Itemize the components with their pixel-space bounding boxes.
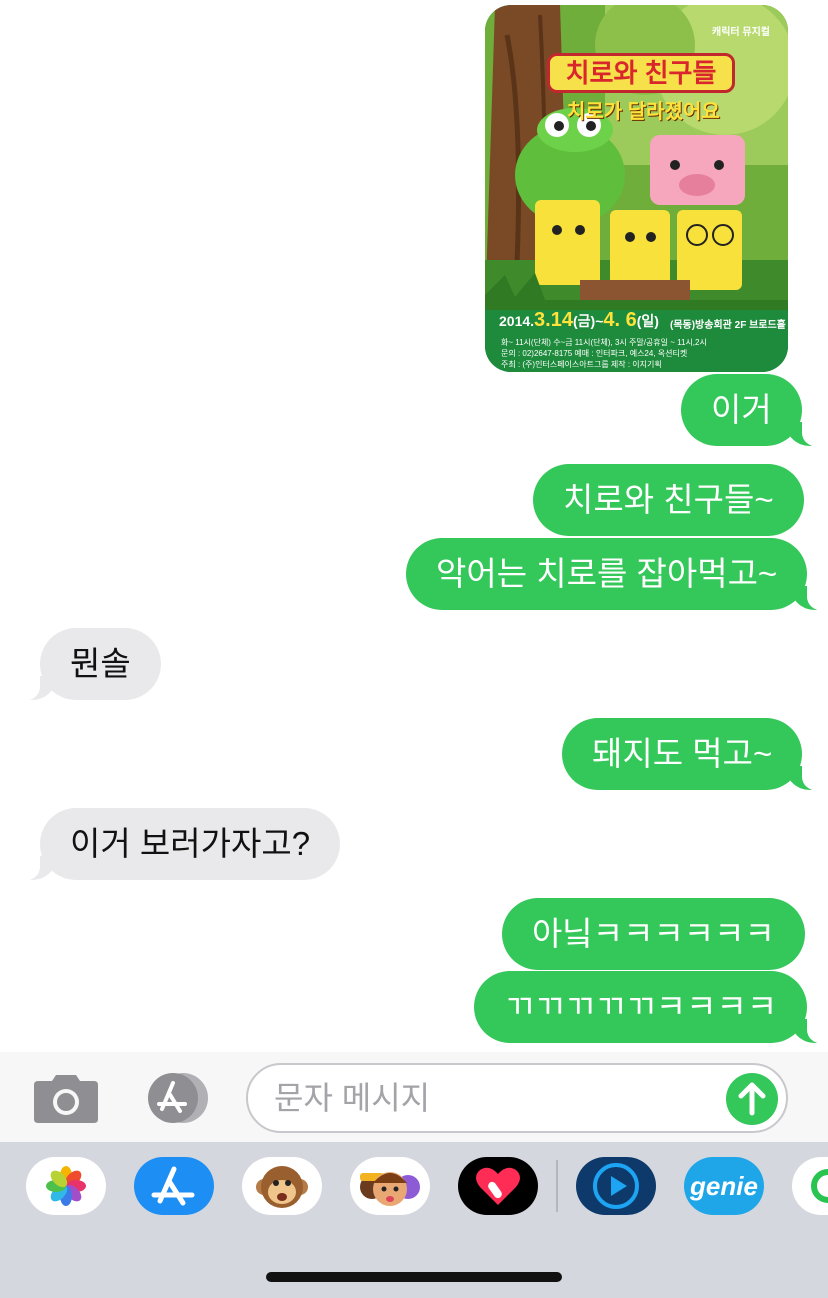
home-indicator[interactable] (266, 1272, 562, 1282)
animoji-monkey-icon (256, 1166, 308, 1208)
message-bubble-outgoing[interactable]: ㄲㄲㄲㄲㄲㅋㅋㅋㅋ (474, 971, 828, 1044)
poster-venue: (목동)방송회관 2F 브로드홀 (670, 320, 786, 331)
camera-icon (34, 1075, 98, 1123)
poster-category: 캐릭터 뮤지컬 (712, 27, 770, 38)
poster-footer: 2014.3.14(금)~4. 6(일) (목동)방송회관 2F 브로드홀 화~… (485, 310, 788, 372)
message-bubble-outgoing[interactable]: 악어는 치로를 잡아먹고~ (406, 538, 828, 611)
animoji-app-button[interactable] (242, 1157, 322, 1215)
poster-scene-art (485, 5, 788, 315)
message-text: 돼지도 먹고~ (592, 735, 773, 772)
photos-icon (46, 1166, 86, 1206)
poster-date-start-day: (금)~ (572, 313, 604, 329)
music-player-icon (593, 1163, 639, 1209)
message-bubble-incoming[interactable]: 뭔솔 (14, 628, 161, 701)
message-list: 캐릭터 뮤지컬 치로와 친구들 치로가 달라졌어요 2014.3.14(금)~4… (0, 0, 828, 1052)
message-text: 이거 (711, 391, 772, 428)
drawer-separator (556, 1160, 558, 1212)
poster-organizer: 주최 : (주)인터스페이스아트그룹 제작 : 이지기획 (501, 360, 662, 369)
message-bubble-incoming[interactable]: 이거 보러가자고? (13, 808, 341, 881)
message-input[interactable]: 문자 메시지 (246, 1063, 788, 1133)
poster-date-prefix: 2014. (499, 313, 535, 329)
message-text: 아닠ㅋㅋㅋㅋㅋㅋ (532, 915, 775, 952)
app-store-app-button[interactable] (134, 1157, 214, 1215)
memoji-icon (360, 1172, 420, 1206)
poster-title: 치로와 친구들 (547, 53, 735, 93)
message-text: 치로와 친구들~ (563, 481, 774, 518)
message-bubble-outgoing[interactable]: 아닠ㅋㅋㅋㅋㅋㅋ (502, 898, 805, 970)
message-bubble-outgoing[interactable]: 돼지도 먹고~ (562, 718, 828, 791)
poster-date-end: 4. 6 (603, 309, 637, 331)
send-button[interactable] (726, 1073, 778, 1125)
poster-date: 2014.3.14(금)~4. 6(일) (499, 310, 659, 330)
memoji-app-button[interactable] (350, 1157, 430, 1215)
music-app-button[interactable] (576, 1157, 656, 1215)
arrow-up-icon (738, 1082, 766, 1116)
message-bubble-outgoing[interactable]: 치로와 친구들~ (533, 464, 804, 536)
message-text: 이거 보러가자고? (70, 825, 311, 862)
camera-button[interactable] (34, 1075, 98, 1123)
apps-button[interactable] (140, 1073, 212, 1123)
digital-touch-app-button[interactable] (458, 1157, 538, 1215)
message-text: 악어는 치로를 잡아먹고~ (436, 555, 778, 592)
poster-date-start: 3.14 (534, 309, 573, 331)
digital-touch-icon (476, 1167, 520, 1205)
message-text: 뭔솔 (70, 645, 131, 682)
poster-date-end-day: (일) (636, 313, 659, 329)
message-input-placeholder: 문자 메시지 (274, 1080, 431, 1116)
app-store-icon (151, 1166, 195, 1206)
genie-icon: genie (690, 1171, 758, 1201)
message-bubble-outgoing[interactable]: 이거 (681, 374, 828, 447)
message-text: ㄲㄲㄲㄲㄲㅋㅋㅋㅋ (504, 988, 778, 1025)
photos-app-button[interactable] (26, 1157, 106, 1215)
genie-app-button[interactable]: genie (684, 1157, 764, 1215)
poster-subtitle: 치로가 달라졌어요 (567, 101, 720, 123)
poster-image-message[interactable]: 캐릭터 뮤지컬 치로와 친구들 치로가 달라졌어요 2014.3.14(금)~4… (485, 5, 788, 372)
app-store-icon (148, 1073, 208, 1123)
